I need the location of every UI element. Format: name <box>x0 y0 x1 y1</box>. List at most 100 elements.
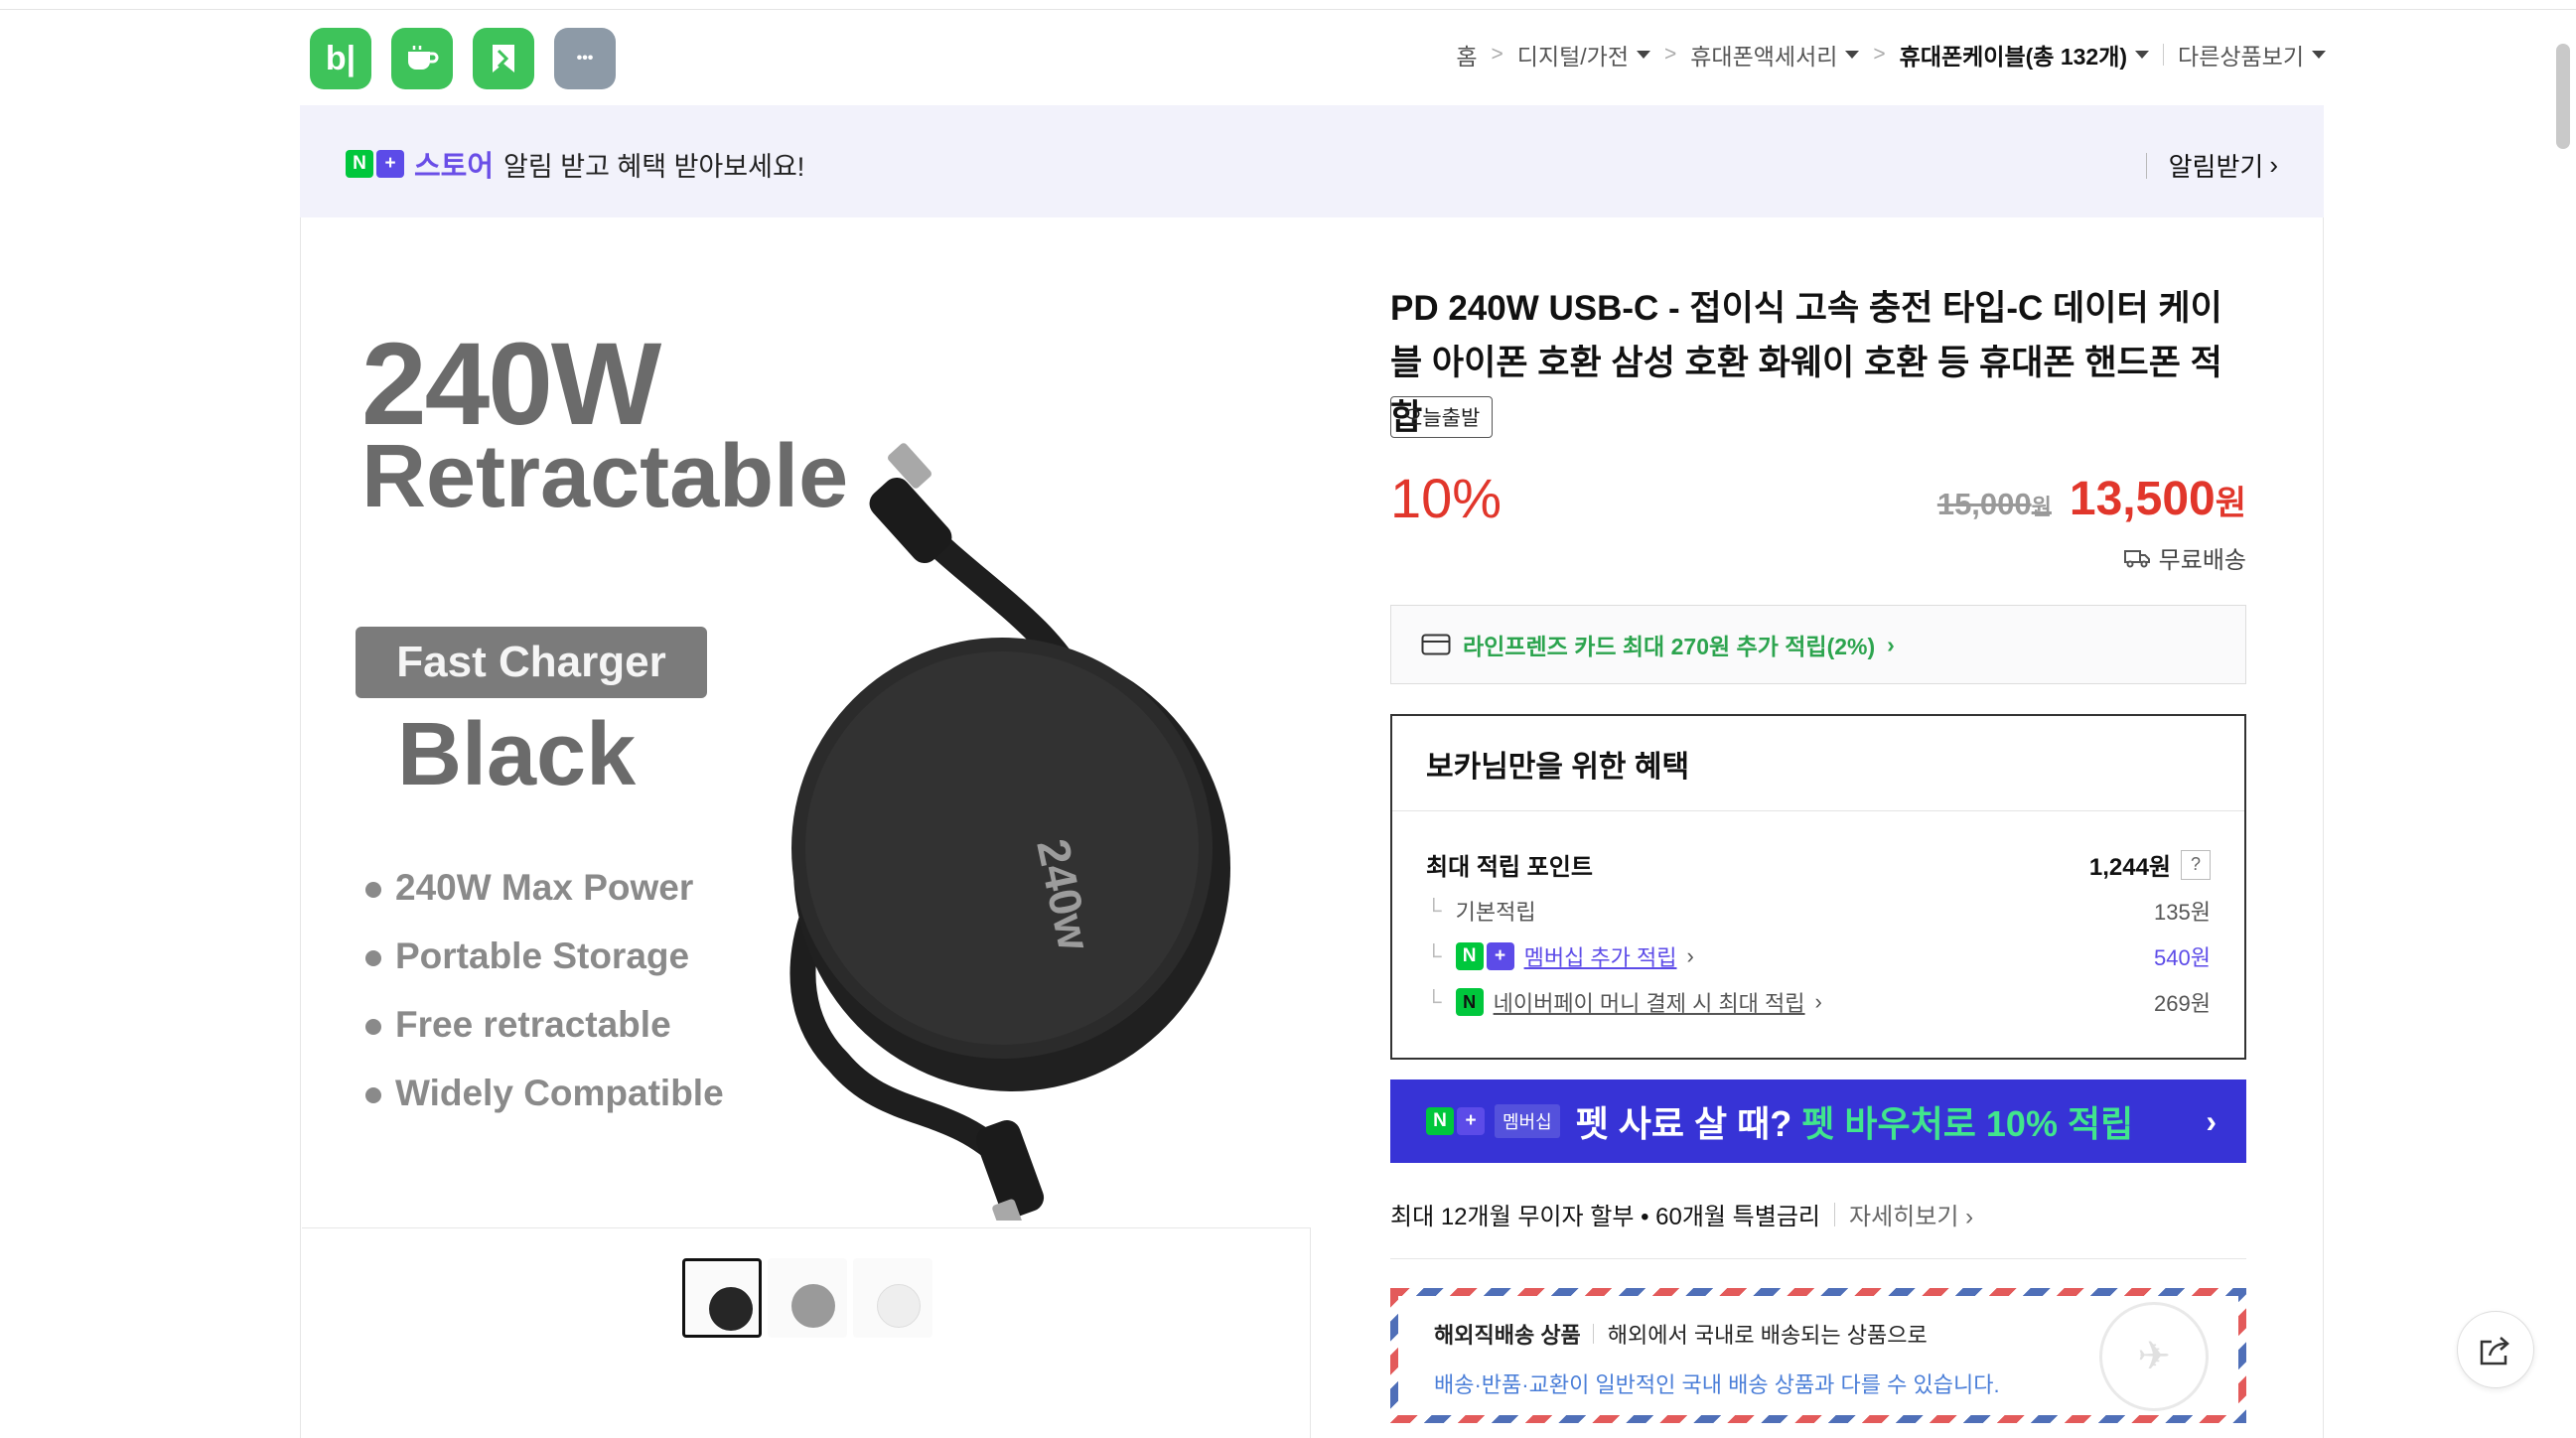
cafe-app-icon[interactable] <box>391 28 453 89</box>
feature-item: 240W Max Power <box>365 853 724 922</box>
membership-points-value: 540원 <box>2154 945 2211 970</box>
divider <box>2145 152 2147 179</box>
chevron-right-icon: › <box>2269 150 2278 180</box>
breadcrumb-cables[interactable]: 휴대폰케이블(총 132개) <box>1899 38 2150 72</box>
blog-app-icon[interactable]: b| <box>310 28 371 89</box>
overseas-title: 해외직배송 상품 <box>1434 1323 1581 1348</box>
thumbnail-strip <box>682 1258 932 1338</box>
bookmark-app-icon[interactable] <box>473 28 534 89</box>
feature-item: Widely Compatible <box>365 1059 724 1127</box>
breadcrumb-home[interactable]: 홈 <box>1456 38 1477 72</box>
subscribe-label: 알림받기 <box>2168 152 2264 182</box>
shipping-label: 무료배송 <box>2158 547 2246 574</box>
store-notification-banner: N + 스토어 알림 받고 혜택 받아보세요! 알림받기 › <box>300 105 2324 217</box>
help-icon[interactable]: ? <box>2181 849 2211 880</box>
breadcrumb-separator: > <box>1491 43 1503 66</box>
benefit-title: 보카님만을 위한 혜택 <box>1392 716 2244 811</box>
membership-label: 멤버십 <box>1495 1104 1560 1138</box>
caret-down-icon <box>2312 51 2326 59</box>
overseas-shipping-notice: 해외직배송 상품 해외에서 국내로 배송되는 상품으로 배송·반품·교환이 일반… <box>1390 1288 2246 1423</box>
ships-today-badge: 오늘출발 <box>1390 396 1494 438</box>
section-divider <box>1390 1258 2246 1259</box>
naver-n-icon: N <box>1426 1107 1454 1135</box>
installment-details-link[interactable]: 자세히보기 › <box>1849 1197 1973 1231</box>
credit-card-icon <box>1421 634 1451 655</box>
max-points-row: 최대 적립 포인트 1,244원 ? <box>1426 847 2211 882</box>
naver-n-icon: N <box>346 150 373 178</box>
breadcrumb-label: 휴대폰케이블(총 132개) <box>1899 44 2128 70</box>
basic-points-label: 기본적립 <box>1455 900 1536 925</box>
npay-points-link[interactable]: 네이버페이 머니 결제 시 최대 적립 <box>1494 986 1805 1018</box>
basic-points-row: └ 기본적립 135원 <box>1426 895 2211 927</box>
original-price-value: 15,000 <box>1936 487 2032 521</box>
caret-down-icon <box>1637 51 1650 59</box>
truck-icon <box>2123 549 2150 567</box>
breadcrumb-label: 휴대폰액세서리 <box>1690 44 1838 70</box>
tree-branch-icon: └ <box>1426 943 1442 968</box>
breadcrumb-label: 다른상품보기 <box>2178 44 2304 70</box>
max-points-label: 최대 적립 포인트 <box>1426 854 1593 881</box>
plus-icon: + <box>1486 942 1514 970</box>
card-reward-offer[interactable]: 라인프렌즈 카드 최대 270원 추가 적립(2%) › <box>1390 605 2246 684</box>
chevron-right-icon: › <box>2206 1103 2217 1139</box>
feature-item: Free retractable <box>365 990 724 1059</box>
thumbnail-black[interactable] <box>682 1258 762 1338</box>
breadcrumb-accessories[interactable]: 휴대폰액세서리 <box>1690 38 1860 72</box>
caret-down-icon <box>2135 51 2150 59</box>
nplus-logo: N + <box>1455 942 1514 970</box>
panel-border <box>2323 217 2324 1438</box>
scrollbar-thumb[interactable] <box>2556 44 2570 149</box>
tree-branch-icon: └ <box>1426 989 1442 1014</box>
product-title: PD 240W USB-C - 접이식 고속 충전 타입-C 데이터 케이블 아… <box>1390 289 2222 437</box>
share-button[interactable] <box>2457 1311 2534 1388</box>
product-main-image[interactable]: 240W Retractable Fast Charger Black 240W… <box>302 217 1311 1228</box>
npay-points-value: 269원 <box>2154 991 2211 1016</box>
original-price: 15,000원 <box>1937 487 2052 522</box>
discount-rate: 10% <box>1390 467 1503 529</box>
nplus-logo: N + <box>346 150 404 178</box>
subscribe-alert-button[interactable]: 알림받기 › <box>2145 147 2278 184</box>
naver-pay-icon: N <box>1455 988 1484 1016</box>
banner-message: 알림 받고 혜택 받아보세요! <box>503 151 805 182</box>
breadcrumb-separator: > <box>1664 43 1677 66</box>
membership-points-link[interactable]: 멤버십 추가 적립 <box>1524 940 1677 972</box>
breadcrumb-label: 디지털/가전 <box>1516 44 1629 70</box>
installment-info: 최대 12개월 무이자 할부 • 60개월 특별금리 자세히보기 › <box>1390 1197 1973 1231</box>
shipping-info: 무료배송 <box>2123 540 2246 575</box>
installment-text: 최대 12개월 무이자 할부 • 60개월 특별금리 <box>1390 1204 1820 1230</box>
nplus-logo: N + <box>1426 1107 1485 1135</box>
pet-banner-offer: 펫 바우처로 10% 적립 <box>1801 1103 2134 1144</box>
breadcrumb-divider <box>2163 44 2165 66</box>
share-icon <box>2480 1337 2509 1366</box>
plus-icon: + <box>376 150 404 178</box>
retractable-cable-illustration: 240w <box>789 443 1230 1221</box>
breadcrumb-digital[interactable]: 디지털/가전 <box>1517 38 1650 72</box>
naver-n-icon: N <box>1455 942 1484 970</box>
feature-item: Portable Storage <box>365 922 724 990</box>
breadcrumb: 홈 > 디지털/가전 > 휴대폰액세서리 > 휴대폰케이블(총 132개) 다른… <box>1456 38 2326 72</box>
pet-voucher-banner[interactable]: N + 멤버십 펫 사료 살 때? 펫 바우처로 10% 적립 › <box>1390 1079 2246 1163</box>
plus-icon: + <box>1457 1107 1485 1135</box>
top-divider <box>0 0 2576 10</box>
currency-unit: 원 <box>2031 495 2052 519</box>
chevron-right-icon: › <box>1887 631 1895 657</box>
other-products-dropdown[interactable]: 다른상품보기 <box>2178 38 2326 72</box>
thumbnail-gray[interactable] <box>768 1258 847 1338</box>
thumbnail-white[interactable] <box>853 1258 932 1338</box>
card-offer-text: 라인프렌즈 카드 최대 270원 추가 적립(2%) <box>1463 634 1876 659</box>
image-color-label: Black <box>397 705 637 804</box>
service-shortcuts: b| ••• <box>310 28 616 89</box>
airplane-stamp-icon: ✈ <box>2099 1302 2209 1411</box>
store-label: 스토어 <box>414 151 495 183</box>
basic-points-value: 135원 <box>2154 900 2211 925</box>
currency-unit: 원 <box>2215 485 2246 522</box>
product-image-panel: 240W Retractable Fast Charger Black 240W… <box>300 217 1311 1438</box>
image-tag-fast-charger: Fast Charger <box>356 627 707 698</box>
sale-price-value: 13,500 <box>2069 473 2216 525</box>
chevron-right-icon: › <box>1814 989 1822 1014</box>
breadcrumb-separator: > <box>1873 43 1886 66</box>
price-block: 15,000원 13,500원 <box>1937 472 2246 526</box>
more-apps-icon[interactable]: ••• <box>554 28 616 89</box>
membership-points-row: └ N + 멤버십 추가 적립 › 540원 <box>1426 940 2211 972</box>
caret-down-icon <box>1845 51 1860 59</box>
